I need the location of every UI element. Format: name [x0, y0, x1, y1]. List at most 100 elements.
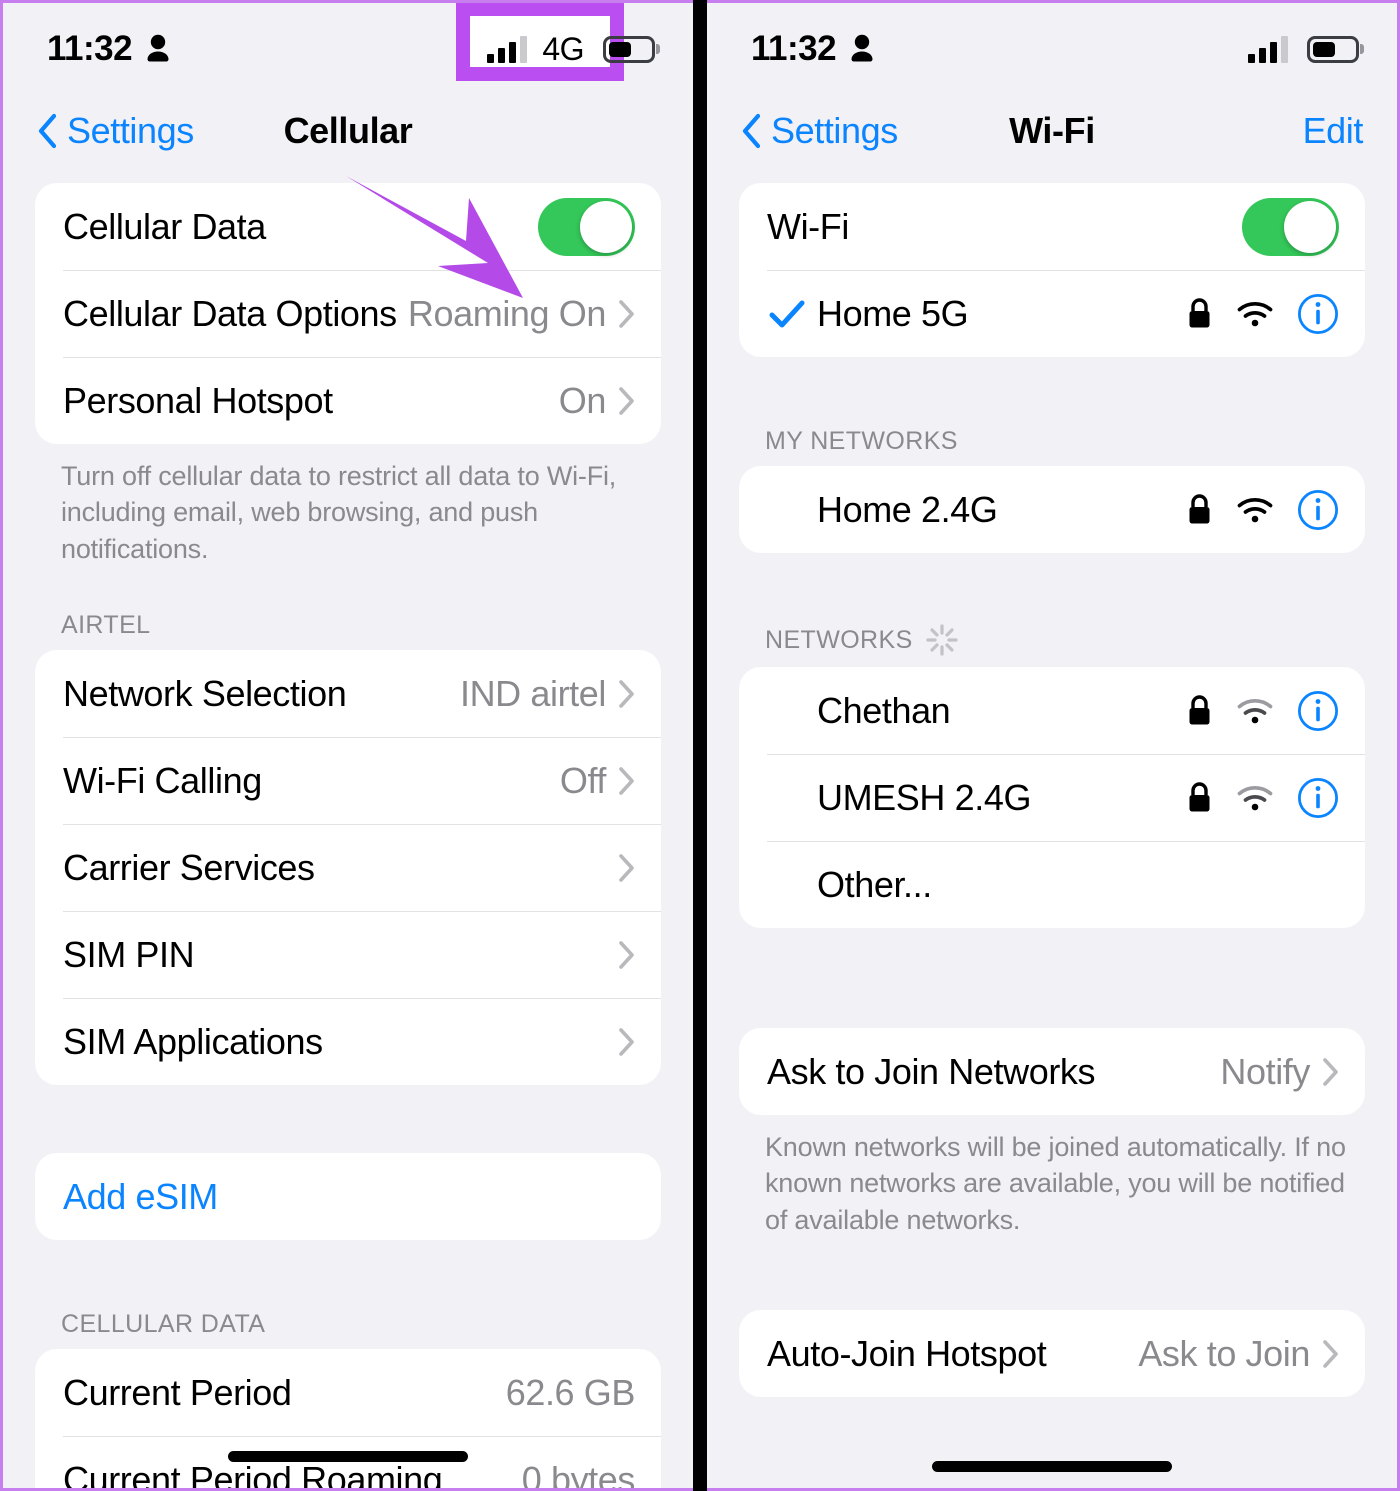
home-indicator	[932, 1461, 1172, 1472]
lock-icon	[1189, 782, 1210, 812]
row-value: On	[558, 379, 607, 421]
wifi-content: Wi-Fi Home 5G MY NETWORKS Home 2.4G NETW…	[707, 167, 1397, 1398]
row-cellular-data-options[interactable]: Cellular Data Options Roaming On	[35, 270, 661, 357]
row-value: Ask to Join	[1138, 1332, 1310, 1374]
info-icon[interactable]	[1297, 293, 1339, 335]
row-label: Add eSIM	[63, 1175, 218, 1217]
cellular-data-footnote: Turn off cellular data to restrict all d…	[61, 461, 617, 564]
status-bar-right: 4G	[456, 3, 655, 81]
row-auto-join-hotspot[interactable]: Auto-Join Hotspot Ask to Join	[739, 1310, 1365, 1397]
row-label: SIM Applications	[63, 1020, 323, 1062]
airtel-card: Network Selection IND airtel Wi-Fi Calli…	[35, 650, 661, 1086]
ask-to-join-card: Ask to Join Networks Notify	[739, 1028, 1365, 1115]
row-label: Personal Hotspot	[63, 379, 333, 421]
back-label: Settings	[67, 110, 194, 151]
row-label: Ask to Join Networks	[767, 1050, 1096, 1092]
row-label: Auto-Join Hotspot	[767, 1332, 1047, 1374]
my-networks-card: Home 2.4G	[739, 466, 1365, 553]
lock-icon	[1189, 298, 1210, 328]
lock-icon	[1189, 695, 1210, 725]
network-name: Home 2.4G	[817, 488, 998, 530]
row-label: Current Period	[63, 1371, 292, 1413]
wifi-screen: 11:32 Settings Wi-Fi Edit Wi-Fi Home 5G …	[707, 3, 1397, 1488]
network-icons	[1186, 489, 1339, 531]
network-name: UMESH 2.4G	[817, 776, 1032, 818]
cellular-signal-icon	[487, 35, 528, 63]
wifi-icon	[1237, 301, 1273, 326]
row-wifi-toggle[interactable]: Wi-Fi	[739, 183, 1365, 270]
row-network-selection[interactable]: Network Selection IND airtel	[35, 650, 661, 737]
row-carrier-services[interactable]: Carrier Services	[35, 824, 661, 911]
nav-bar: Settings Cellular	[3, 95, 693, 167]
cellular-content: Cellular Data Cellular Data Options Roam…	[3, 167, 693, 1488]
wifi-toggle[interactable]	[1242, 197, 1339, 256]
row-personal-hotspot[interactable]: Personal Hotspot On	[35, 357, 661, 444]
chevron-right-icon	[619, 1028, 634, 1056]
row-label: SIM PIN	[63, 933, 195, 975]
row-label: Cellular Data Options	[63, 292, 397, 334]
chevron-right-icon	[619, 299, 634, 328]
chevron-right-icon	[1323, 1340, 1338, 1368]
row-network[interactable]: Chethan	[739, 667, 1365, 754]
row-label: Carrier Services	[63, 846, 315, 888]
row-wifi-calling[interactable]: Wi-Fi Calling Off	[35, 737, 661, 824]
back-to-settings-button[interactable]: Settings	[741, 110, 898, 152]
row-cellular-data[interactable]: Cellular Data	[35, 183, 661, 270]
wifi-icon	[1237, 785, 1273, 810]
lock-icon	[1189, 494, 1210, 524]
add-esim-card: Add eSIM	[35, 1153, 661, 1241]
row-add-esim[interactable]: Add eSIM	[35, 1153, 661, 1240]
chevron-right-icon	[619, 767, 634, 795]
networks-header-label: NETWORKS	[765, 625, 913, 654]
row-network[interactable]: UMESH 2.4G	[739, 754, 1365, 841]
auto-join-hotspot-card: Auto-Join Hotspot Ask to Join	[739, 1310, 1365, 1398]
row-value: Roaming On	[407, 292, 607, 334]
row-current-period[interactable]: Current Period 62.6 GB	[35, 1349, 661, 1436]
row-label: Wi-Fi	[767, 205, 849, 247]
network-icons	[1186, 293, 1339, 335]
ask-to-join-footnote: Known networks will be joined automatica…	[765, 1132, 1346, 1235]
wifi-icon	[1237, 698, 1273, 723]
info-icon[interactable]	[1297, 489, 1339, 531]
row-value: 62.6 GB	[505, 1371, 636, 1413]
network-icons	[1186, 777, 1339, 819]
row-connected-network[interactable]: Home 5G	[739, 270, 1365, 357]
edit-button[interactable]: Edit	[1303, 110, 1364, 152]
person-icon	[147, 34, 169, 62]
status-bar-time: 11:32	[47, 29, 133, 68]
status-bar-left: 11:32	[47, 29, 171, 69]
checkmark-icon	[769, 300, 805, 327]
row-value: Off	[559, 759, 607, 801]
networks-card: Chethan UMESH 2.4G Other...	[739, 667, 1365, 928]
my-networks-header: MY NETWORKS	[707, 427, 1397, 466]
right-phone-wifi-screen: 11:32 Settings Wi-Fi Edit Wi-Fi Home 5G …	[707, 0, 1400, 1491]
row-ask-to-join-networks[interactable]: Ask to Join Networks Notify	[739, 1028, 1365, 1115]
back-to-settings-button[interactable]: Settings	[37, 110, 194, 152]
row-sim-pin[interactable]: SIM PIN	[35, 911, 661, 998]
status-bar-left: 11:32	[751, 29, 875, 69]
cellular-data-card: Cellular Data Cellular Data Options Roam…	[35, 183, 661, 444]
row-sim-applications[interactable]: SIM Applications	[35, 998, 661, 1085]
home-indicator	[228, 1451, 468, 1462]
battery-icon	[1307, 35, 1359, 63]
wifi-card: Wi-Fi Home 5G	[739, 183, 1365, 357]
row-current-period-roaming[interactable]: Current Period Roaming 0 bytes	[35, 1436, 661, 1488]
purple-highlight-box	[456, 3, 625, 81]
row-my-network[interactable]: Home 2.4G	[739, 466, 1365, 553]
back-label: Settings	[771, 110, 898, 151]
network-name: Chethan	[817, 689, 951, 731]
chevron-right-icon	[619, 386, 634, 415]
status-bar: 11:32 4G	[3, 3, 693, 95]
networks-header: NETWORKS	[707, 623, 1397, 667]
info-icon[interactable]	[1297, 777, 1339, 819]
network-name: Other...	[817, 863, 932, 905]
cellular-data-toggle[interactable]	[538, 197, 635, 256]
chevron-right-icon	[1323, 1057, 1338, 1086]
my-networks-header-label: MY NETWORKS	[765, 427, 958, 455]
info-icon[interactable]	[1297, 690, 1339, 732]
status-bar-time: 11:32	[751, 29, 837, 68]
row-other-network[interactable]: Other...	[739, 841, 1365, 928]
row-value: Notify	[1220, 1050, 1310, 1092]
chevron-right-icon	[619, 854, 634, 882]
row-label: Cellular Data	[63, 205, 266, 247]
